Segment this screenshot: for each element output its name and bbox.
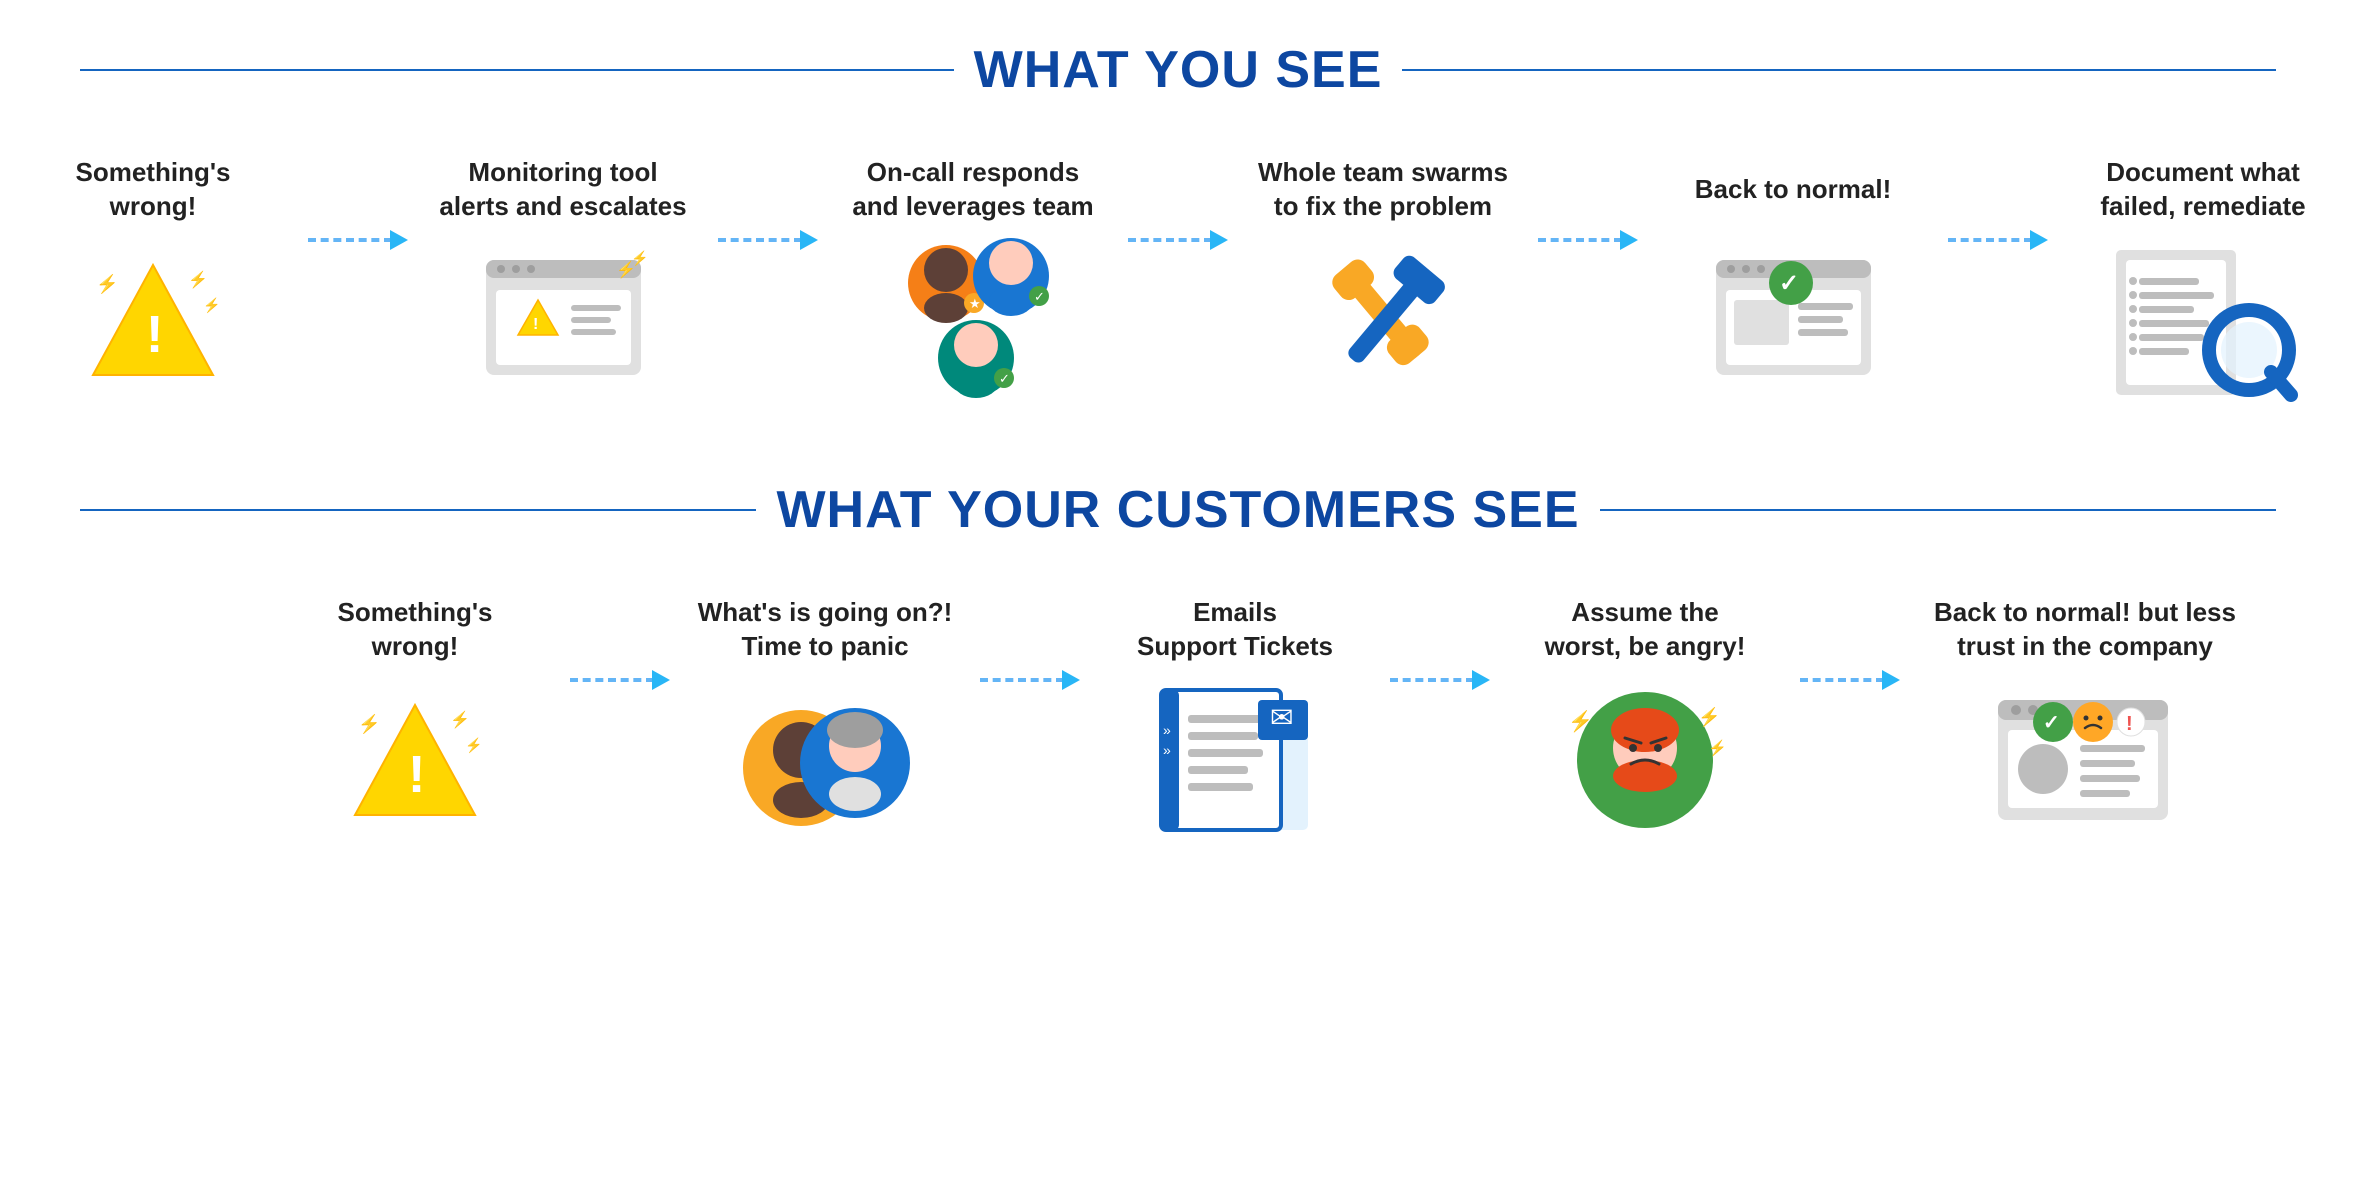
flow-item-c2: What's is going on?!Time to panic <box>670 590 980 850</box>
flow-label-c4: Assume theworst, be angry! <box>1545 590 1746 670</box>
svg-text:»: » <box>1163 722 1171 738</box>
section2-header: WHAT YOUR CUSTOMERS SEE <box>80 480 2276 540</box>
doc-magnifier-icon <box>2111 240 2296 400</box>
flow-label-3: On-call respondsand leverages team <box>852 150 1093 230</box>
svg-text:✓: ✓ <box>2043 712 2060 734</box>
warning-icon: ⚡ ⚡ ⚡ ! <box>88 260 218 380</box>
svg-text:!: ! <box>146 306 163 364</box>
flow-label-6: Document whatfailed, remediate <box>2100 150 2305 230</box>
section-what-you-see: WHAT YOU SEE Something'swrong! ⚡ ⚡ ⚡ ! <box>80 40 2276 410</box>
svg-text:!: ! <box>408 746 425 804</box>
flow-icon-c1: ⚡ ⚡ ⚡ ! <box>325 670 505 850</box>
flow-label-c1: Something'swrong! <box>338 590 493 670</box>
flow-icon-c3: » » ✉ <box>1145 670 1325 850</box>
arrow-c3 <box>1390 590 1490 690</box>
flow-icon-c2 <box>735 670 915 850</box>
arrow-1 <box>308 150 408 250</box>
arrow-5 <box>1948 150 2048 250</box>
flow-label-1: Something'swrong! <box>76 150 231 230</box>
flow-item-5: Back to normal! <box>1638 150 1948 410</box>
warning-icon-c: ⚡ ⚡ ⚡ ! <box>350 700 480 820</box>
svg-text:✉: ✉ <box>1270 702 1293 733</box>
arrow-c1 <box>570 590 670 690</box>
svg-text:!: ! <box>533 316 538 333</box>
arrow-c2 <box>980 590 1080 690</box>
svg-text:⚡: ⚡ <box>1568 709 1593 733</box>
flow-icon-1: ⚡ ⚡ ⚡ ! <box>63 230 243 410</box>
result-monitor-icon: ✓ ! <box>1988 680 2183 840</box>
svg-text:⚡: ⚡ <box>96 273 118 295</box>
flow-label-c3: EmailsSupport Tickets <box>1137 590 1333 670</box>
header-line-left <box>80 69 954 71</box>
flow-icon-6 <box>2113 230 2293 410</box>
people-oncall-icon: ★ ✓ ✓ <box>881 228 1066 413</box>
svg-text:!: ! <box>2126 713 2133 735</box>
svg-text:✓: ✓ <box>1779 270 1799 297</box>
angry-person-icon: ⚡ ⚡ ⚡ <box>1573 688 1718 833</box>
arrow-3 <box>1128 150 1228 250</box>
section2-title: WHAT YOUR CUSTOMERS SEE <box>776 480 1579 540</box>
svg-text:⚡: ⚡ <box>203 297 220 314</box>
flow-item-2: Monitoring toolalerts and escalates <box>408 150 718 410</box>
flow-label-5: Back to normal! <box>1695 150 1892 230</box>
svg-text:⚡: ⚡ <box>188 270 208 289</box>
flow-item-c3: EmailsSupport Tickets » » <box>1080 590 1390 850</box>
flow-item-4: Whole team swarmsto fix the problem <box>1228 150 1538 410</box>
svg-text:»: » <box>1163 742 1171 758</box>
two-people-panic-icon <box>733 678 918 843</box>
header2-line-right <box>1600 509 2276 511</box>
flow-item-3: On-call respondsand leverages team ★ <box>818 150 1128 410</box>
tools-icon <box>1301 240 1466 400</box>
flow-item-c5: Back to normal! but lesstrust in the com… <box>1900 590 2270 850</box>
svg-text:⚡: ⚡ <box>465 737 482 754</box>
svg-text:✓: ✓ <box>999 371 1010 386</box>
flow-icon-3: ★ ✓ ✓ <box>883 230 1063 410</box>
check-monitor-icon: ✓ <box>1706 245 1881 395</box>
header-line-right <box>1402 69 2276 71</box>
section-what-customers-see: WHAT YOUR CUSTOMERS SEE Something'swrong… <box>80 480 2276 850</box>
flow-item-c1: Something'swrong! ⚡ ⚡ ⚡ ! <box>260 590 570 850</box>
flow-icon-c4: ⚡ ⚡ ⚡ <box>1555 670 1735 850</box>
flow-label-c2: What's is going on?!Time to panic <box>698 590 953 670</box>
arrow-c4 <box>1800 590 1900 690</box>
svg-text:⚡: ⚡ <box>1708 739 1727 757</box>
flow-item-c4: Assume theworst, be angry! <box>1490 590 1800 850</box>
section2-flow: Something'swrong! ⚡ ⚡ ⚡ ! <box>80 590 2276 850</box>
header2-line-left <box>80 509 756 511</box>
flow-label-2: Monitoring toolalerts and escalates <box>439 150 686 230</box>
flow-label-4: Whole team swarmsto fix the problem <box>1258 150 1508 230</box>
arrow-2 <box>718 150 818 250</box>
monitor-alert-icon: ! ⚡ ⚡ <box>476 245 651 395</box>
email-ticket-icon: » » ✉ <box>1153 680 1318 840</box>
section1-flow: Something'swrong! ⚡ ⚡ ⚡ ! <box>80 150 2276 410</box>
page: WHAT YOU SEE Something'swrong! ⚡ ⚡ ⚡ ! <box>0 0 2356 1179</box>
flow-icon-5: ✓ <box>1703 230 1883 410</box>
arrow-4 <box>1538 150 1638 250</box>
svg-text:★: ★ <box>969 296 981 311</box>
flow-icon-c5: ✓ ! <box>1995 670 2175 850</box>
svg-text:⚡: ⚡ <box>358 713 380 735</box>
svg-text:⚡: ⚡ <box>631 250 648 267</box>
flow-icon-4 <box>1293 230 1473 410</box>
flow-icon-2: ! ⚡ ⚡ <box>473 230 653 410</box>
svg-text:✓: ✓ <box>1034 289 1045 304</box>
flow-item-6: Document whatfailed, remediate <box>2048 150 2356 410</box>
svg-text:⚡: ⚡ <box>1698 706 1720 728</box>
section1-header: WHAT YOU SEE <box>80 40 2276 100</box>
flow-item-1: Something'swrong! ⚡ ⚡ ⚡ ! <box>0 150 308 410</box>
section1-title: WHAT YOU SEE <box>974 40 1383 100</box>
flow-label-c5: Back to normal! but lesstrust in the com… <box>1934 590 2236 670</box>
svg-text:⚡: ⚡ <box>450 710 470 729</box>
